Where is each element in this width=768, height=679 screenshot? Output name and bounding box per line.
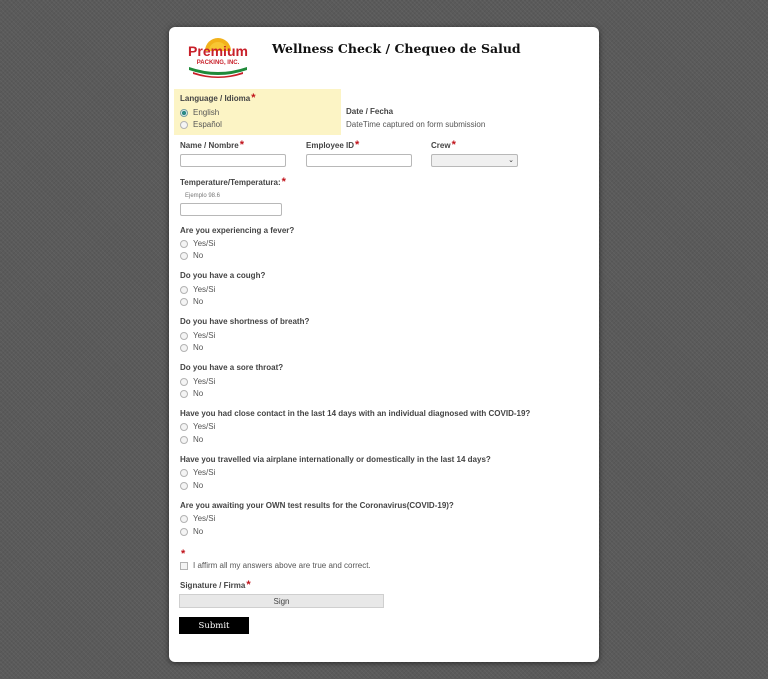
option-label: Yes/Si: [193, 331, 216, 340]
radio-fever-no[interactable]: [180, 251, 188, 260]
radio-breath-no[interactable]: [180, 343, 188, 352]
temperature-hint: Ejemplo 98.6: [185, 193, 221, 199]
required-marker: *: [251, 92, 256, 104]
option-label: Yes/Si: [193, 285, 216, 294]
form-card: Premium PACKING, INC. Wellness Check / C…: [169, 27, 599, 662]
question-contact: Have you had close contact in the last 1…: [180, 409, 531, 418]
sign-button[interactable]: Sign: [179, 594, 384, 608]
option-label: Yes/Si: [193, 422, 216, 431]
temperature-input[interactable]: [180, 203, 282, 216]
question-breath: Do you have shortness of breath?: [180, 317, 310, 326]
temperature-label: Temperature/Temperatura:*: [180, 176, 286, 188]
breath-option-no[interactable]: No: [180, 343, 203, 352]
page-title: Wellness Check / Chequeo de Salud: [272, 41, 521, 56]
cough-option-no[interactable]: No: [180, 297, 203, 306]
required-marker: *: [355, 139, 360, 151]
radio-travel-no[interactable]: [180, 481, 188, 490]
radio-contact-yes[interactable]: [180, 422, 188, 431]
option-label: Yes/Si: [193, 239, 216, 248]
test-option-no[interactable]: No: [180, 527, 203, 536]
question-throat: Do you have a sore throat?: [180, 363, 284, 372]
travel-option-yes[interactable]: Yes/Si: [180, 468, 215, 477]
contact-option-yes[interactable]: Yes/Si: [180, 422, 215, 431]
radio-breath-yes[interactable]: [180, 331, 188, 340]
radio-fever-yes[interactable]: [180, 239, 188, 248]
radio-cough-yes[interactable]: [180, 285, 188, 294]
breath-option-yes[interactable]: Yes/Si: [180, 331, 215, 340]
radio-throat-yes[interactable]: [180, 377, 188, 386]
option-label: Yes/Si: [193, 377, 216, 386]
contact-option-no[interactable]: No: [180, 435, 203, 444]
option-label: No: [193, 297, 204, 306]
company-logo: Premium PACKING, INC.: [179, 35, 257, 81]
language-option-english-label: English: [193, 108, 220, 117]
option-label: No: [193, 251, 204, 260]
language-label: Language / Idioma*: [180, 92, 256, 104]
option-label: No: [193, 481, 204, 490]
fever-option-yes[interactable]: Yes/Si: [180, 239, 215, 248]
option-label: Yes/Si: [193, 468, 216, 477]
affirm-required-marker: *: [181, 548, 186, 560]
affirm-checkbox-row[interactable]: I affirm all my answers above are true a…: [180, 561, 371, 570]
throat-option-yes[interactable]: Yes/Si: [180, 377, 215, 386]
radio-test-yes[interactable]: [180, 514, 188, 523]
required-marker: *: [451, 139, 456, 151]
name-label: Name / Nombre*: [180, 139, 244, 151]
option-label: No: [193, 343, 204, 352]
cough-option-yes[interactable]: Yes/Si: [180, 285, 215, 294]
crew-select[interactable]: ⌄: [431, 154, 518, 167]
radio-travel-yes[interactable]: [180, 468, 188, 477]
radio-cough-no[interactable]: [180, 297, 188, 306]
fever-option-no[interactable]: No: [180, 251, 203, 260]
date-value: DateTime captured on form submission: [346, 120, 486, 129]
question-fever: Are you experiencing a fever?: [180, 226, 295, 235]
required-marker: *: [239, 139, 244, 151]
option-label: No: [193, 527, 204, 536]
name-input[interactable]: [180, 154, 286, 167]
question-travel: Have you travelled via airplane internat…: [180, 455, 491, 464]
option-label: No: [193, 435, 204, 444]
logo-brand: Premium: [188, 43, 248, 59]
affirm-text: I affirm all my answers above are true a…: [193, 561, 371, 570]
required-marker: *: [246, 579, 251, 591]
radio-test-no[interactable]: [180, 527, 188, 536]
date-label: Date / Fecha: [346, 107, 394, 116]
submit-button[interactable]: Submit: [179, 617, 249, 634]
throat-option-no[interactable]: No: [180, 389, 203, 398]
travel-option-no[interactable]: No: [180, 481, 203, 490]
required-marker: *: [281, 176, 286, 188]
crew-label: Crew*: [431, 139, 456, 151]
radio-throat-no[interactable]: [180, 389, 188, 398]
radio-english[interactable]: [180, 108, 188, 117]
question-cough: Do you have a cough?: [180, 271, 266, 280]
language-option-espanol-label: Español: [193, 120, 222, 129]
option-label: No: [193, 389, 204, 398]
signature-label: Signature / Firma*: [180, 579, 251, 591]
employee-id-label: Employee ID*: [306, 139, 360, 151]
company-logo-graphic: Premium PACKING, INC.: [188, 38, 248, 78]
radio-contact-no[interactable]: [180, 435, 188, 444]
radio-espanol[interactable]: [180, 120, 188, 129]
test-option-yes[interactable]: Yes/Si: [180, 514, 215, 523]
option-label: Yes/Si: [193, 514, 216, 523]
language-option-english[interactable]: English: [180, 108, 219, 117]
question-test-results: Are you awaiting your OWN test results f…: [180, 501, 454, 510]
affirm-checkbox[interactable]: [180, 561, 188, 570]
logo-subtitle: PACKING, INC.: [197, 60, 240, 66]
chevron-down-icon: ⌄: [508, 157, 514, 164]
language-option-espanol[interactable]: Español: [180, 120, 222, 129]
employee-id-input[interactable]: [306, 154, 412, 167]
